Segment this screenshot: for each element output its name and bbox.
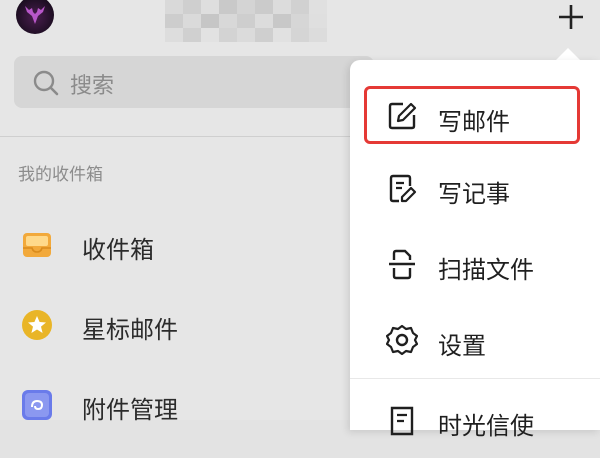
menu-item-time-letter[interactable]: 时光信使 [350,384,600,458]
add-button[interactable] [552,0,592,36]
section-divider [0,136,350,137]
annotation-highlight-box [364,86,580,144]
mailbox-item-attachments[interactable]: 附件管理 [0,376,350,436]
scan-icon [389,249,415,280]
star-icon [22,310,52,340]
mailbox-label: 星标邮件 [82,316,178,344]
section-title-my-inboxes: 我的收件箱 [18,165,103,185]
menu-item-label: 设置 [438,332,486,360]
plus-icon [559,5,583,29]
deer-logo-icon [25,6,45,24]
attachment-icon [22,390,52,420]
mailbox-item-starred[interactable]: 星标邮件 [0,296,350,356]
menu-item-settings[interactable]: 设置 [350,304,600,378]
menu-item-note[interactable]: 写记事 [350,152,600,226]
menu-divider [350,378,600,379]
search-icon [33,70,59,96]
settings-icon [386,324,418,356]
time-letter-icon [390,406,414,436]
inbox-icon [23,233,51,257]
menu-item-label: 扫描文件 [438,256,534,284]
note-icon [389,174,417,203]
search-placeholder: 搜索 [70,74,115,99]
account-name-blurred [165,0,327,42]
menu-item-label: 写记事 [438,180,510,208]
menu-item-scan[interactable]: 扫描文件 [350,228,600,302]
mailbox-label: 收件箱 [82,236,154,264]
menu-item-label: 时光信使 [438,412,534,440]
mailbox-item-inbox[interactable]: 收件箱 [0,216,350,276]
search-bar[interactable]: 搜索 [14,56,374,108]
